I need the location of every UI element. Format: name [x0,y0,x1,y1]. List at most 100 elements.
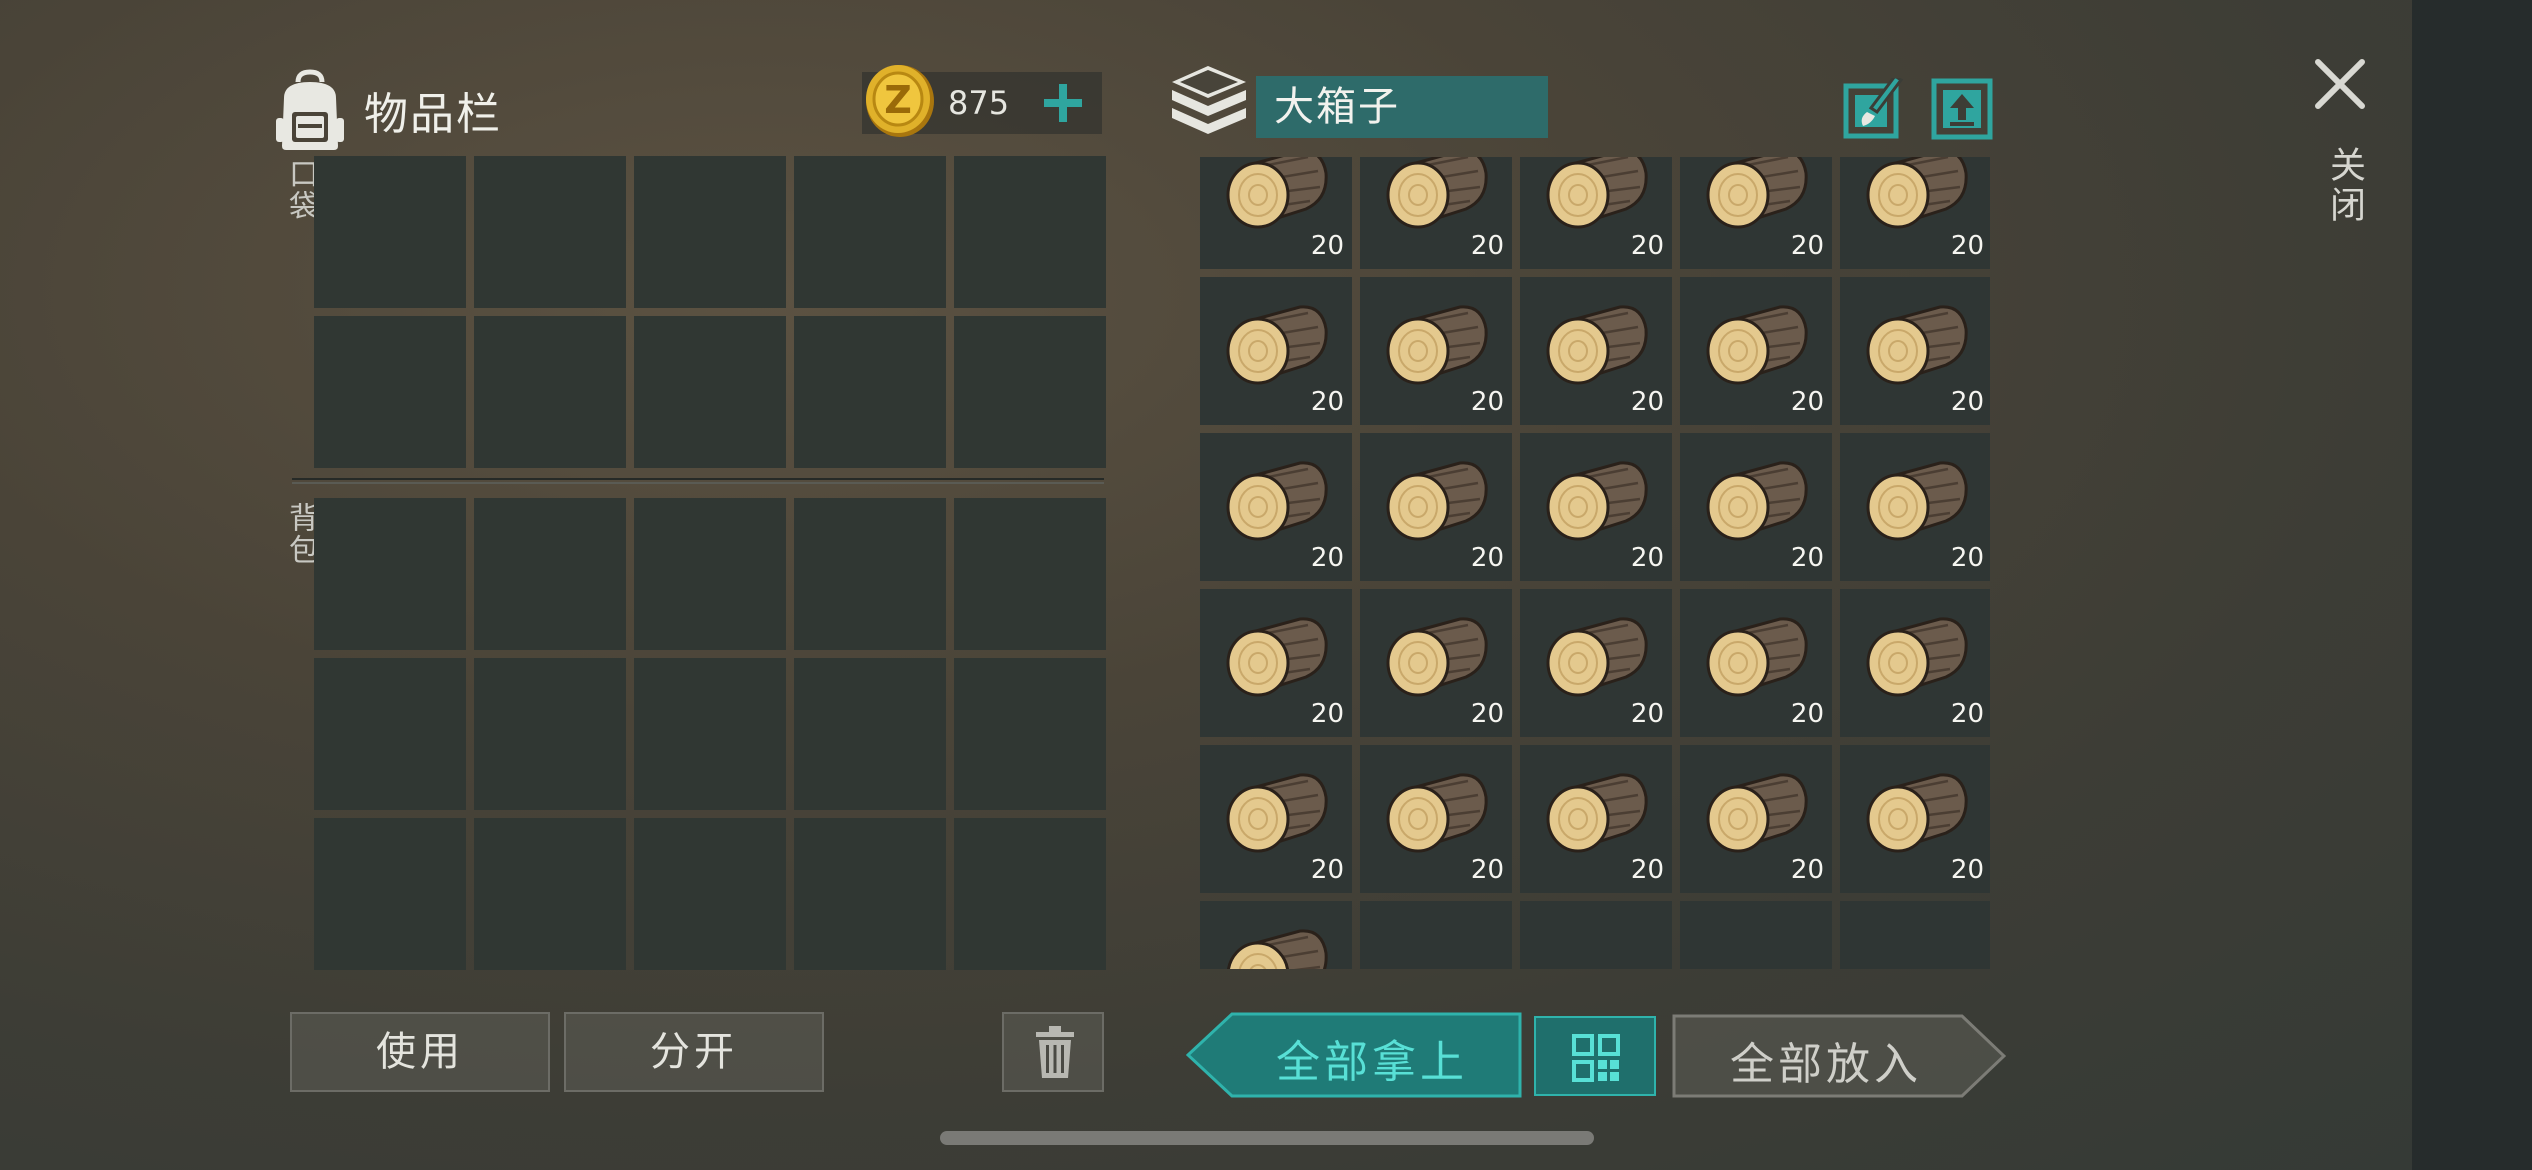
backpack-slot[interactable] [794,818,946,970]
storage-slot[interactable] [1200,901,1352,969]
storage-slot[interactable]: 20 [1840,745,1990,893]
wood-log-icon [1706,305,1808,385]
storage-name[interactable]: 大箱子 [1256,76,1548,138]
storage-slot[interactable]: 20 [1520,433,1672,581]
storage-box-icon [1172,66,1246,134]
item-quantity: 20 [1790,855,1824,885]
storage-slot[interactable]: 20 [1840,589,1990,737]
item-quantity: 20 [1950,387,1984,417]
storage-grid: 20 20 20 20 20 20 20 20 20 20 20 20 20 20 20 20 20 20 20 20… [1200,157,1990,969]
backpack-slot[interactable] [474,658,626,810]
storage-slot[interactable]: 20 [1360,433,1512,581]
pocket-slot[interactable] [314,156,466,308]
wood-log-icon [1386,305,1488,385]
storage-slot[interactable]: 20 [1360,157,1512,269]
wood-log-icon [1706,773,1808,853]
storage-slot[interactable] [1520,901,1672,969]
pocket-slot[interactable] [794,156,946,308]
plus-icon[interactable] [1038,78,1088,128]
item-quantity: 20 [1790,699,1824,729]
item-quantity: 20 [1470,699,1504,729]
storage-slot[interactable]: 20 [1680,157,1832,269]
item-quantity: 20 [1310,387,1344,417]
split-button[interactable]: 分开 [564,1012,824,1092]
put-all-button[interactable]: 全部放入 [1672,1014,2006,1098]
put-all-label: 全部放入 [1730,1039,1922,1090]
section-divider [292,478,1104,484]
wood-log-icon [1706,157,1808,229]
storage-slot[interactable]: 20 [1680,433,1832,581]
storage-slot[interactable]: 20 [1680,277,1832,425]
take-all-button[interactable]: 全部拿上 [1186,1012,1522,1098]
storage-slot[interactable]: 20 [1200,589,1352,737]
delete-button[interactable] [1002,1012,1104,1092]
storage-slot[interactable]: 20 [1840,277,1990,425]
wood-log-icon [1546,157,1648,229]
close-icon[interactable] [2310,54,2370,114]
storage-slot[interactable]: 20 [1680,745,1832,893]
storage-slot[interactable]: 20 [1360,589,1512,737]
wood-log-icon [1226,773,1328,853]
storage-slot[interactable]: 20 [1680,589,1832,737]
backpack-slot[interactable] [794,658,946,810]
backpack-icon [276,69,344,150]
wood-log-icon [1226,461,1328,541]
item-quantity: 20 [1470,387,1504,417]
item-quantity: 20 [1630,543,1664,573]
use-button[interactable]: 使用 [290,1012,550,1092]
backpack-slot[interactable] [794,498,946,650]
backpack-slot[interactable] [314,658,466,810]
pocket-grid [314,156,1106,468]
pocket-slot[interactable] [474,316,626,468]
storage-slot[interactable]: 20 [1200,433,1352,581]
pocket-slot[interactable] [954,156,1106,308]
backpack-slot[interactable] [954,818,1106,970]
storage-slot[interactable]: 20 [1200,157,1352,269]
storage-slot[interactable]: 20 [1520,277,1672,425]
backpack-slot[interactable] [314,818,466,970]
storage-slot[interactable] [1840,901,1990,969]
edit-brush-icon[interactable] [1843,78,1905,140]
backpack-slot[interactable] [474,818,626,970]
storage-slot[interactable] [1680,901,1832,969]
storage-slot[interactable] [1360,901,1512,969]
wood-log-icon [1227,929,1328,969]
backpack-slot[interactable] [634,498,786,650]
pocket-slot[interactable] [634,156,786,308]
storage-slot[interactable]: 20 [1200,745,1352,893]
backpack-slot[interactable] [474,498,626,650]
pocket-slot[interactable] [634,316,786,468]
pocket-slot[interactable] [794,316,946,468]
storage-slot[interactable]: 20 [1360,277,1512,425]
storage-slot[interactable]: 20 [1520,157,1672,269]
pocket-slot[interactable] [314,316,466,468]
backpack-slot[interactable] [954,658,1106,810]
backpack-slot[interactable] [634,818,786,970]
wood-log-icon [1386,461,1488,541]
coin-balance: Z 875 [862,65,1102,137]
coin-icon: Z [866,65,934,137]
storage-slot[interactable]: 20 [1360,745,1512,893]
storage-slot[interactable]: 20 [1840,157,1990,269]
storage-slot[interactable]: 20 [1520,745,1672,893]
storage-slot[interactable]: 20 [1520,589,1672,737]
storage-slot[interactable]: 20 [1840,433,1990,581]
backpack-slot[interactable] [954,498,1106,650]
wood-log-icon [1386,617,1488,697]
svg-text:Z: Z [884,78,912,122]
pocket-slot[interactable] [474,156,626,308]
wood-log-icon [1866,305,1968,385]
pocket-slot[interactable] [954,316,1106,468]
close-label[interactable]: 关闭 [2318,146,2370,226]
upload-icon[interactable] [1931,78,1993,140]
sort-button[interactable] [1534,1016,1656,1096]
backpack-slot[interactable] [634,658,786,810]
wood-log-icon [1706,617,1808,697]
backpack-slot[interactable] [314,498,466,650]
item-quantity: 20 [1790,543,1824,573]
wood-log-icon [1226,617,1328,697]
item-quantity: 20 [1950,699,1984,729]
wood-log-icon [1386,157,1488,229]
home-indicator[interactable] [940,1131,1594,1145]
storage-slot[interactable]: 20 [1200,277,1352,425]
